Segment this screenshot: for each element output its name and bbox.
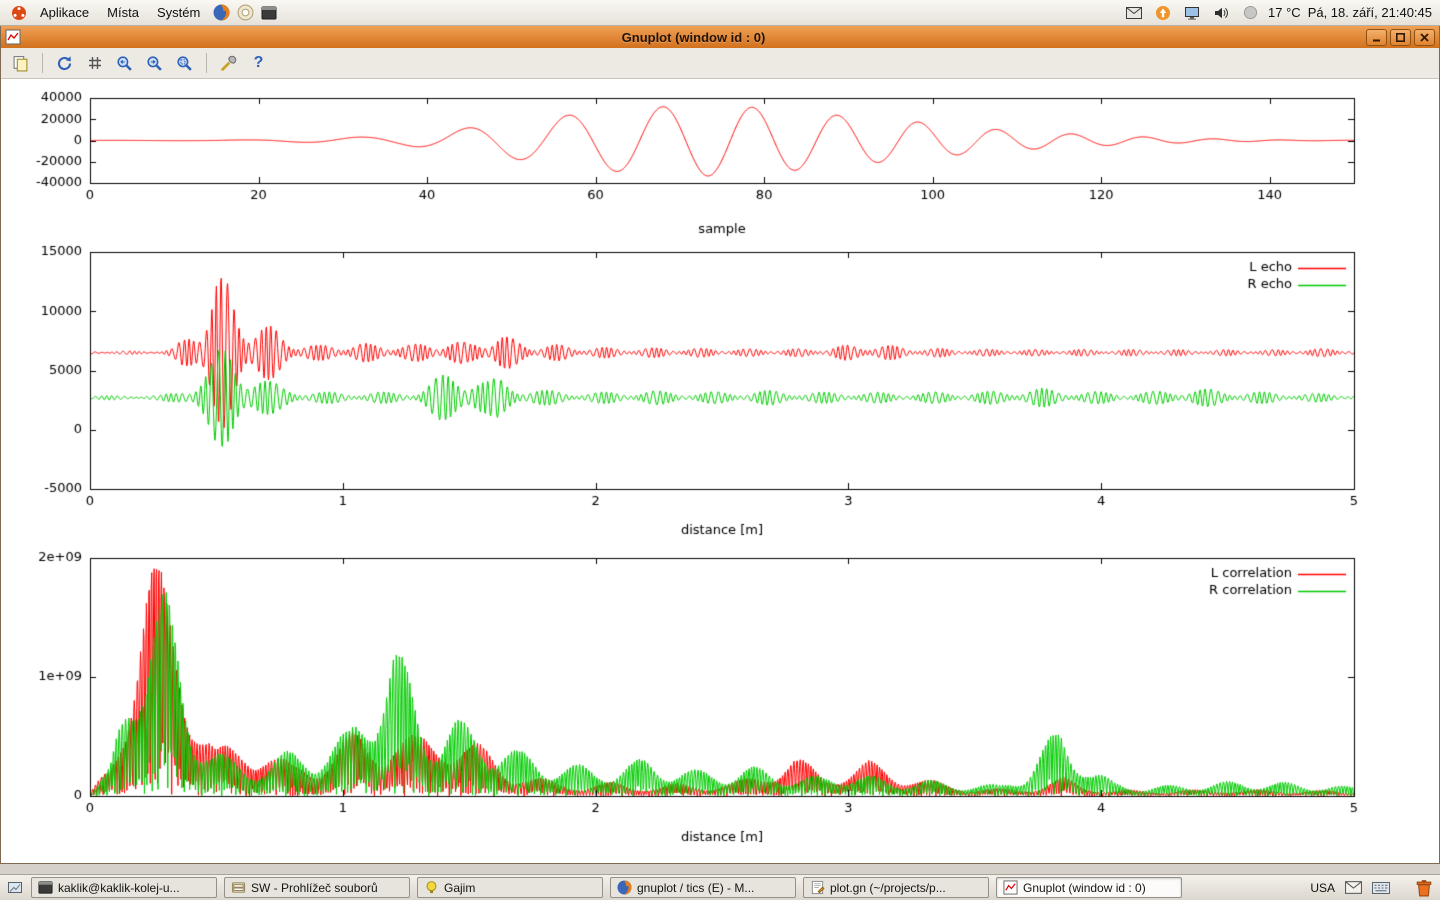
maximize-button[interactable] bbox=[1390, 29, 1411, 46]
close-button[interactable] bbox=[1414, 29, 1435, 46]
weather-glyph bbox=[1243, 5, 1258, 20]
help-icon: ? bbox=[254, 54, 264, 72]
toolbar: ? bbox=[1, 48, 1439, 79]
window-controls bbox=[1366, 29, 1435, 46]
chart-echo-waveforms[interactable] bbox=[2, 241, 1438, 541]
task-button-4[interactable]: gnuplot / tics (E) - M... bbox=[610, 877, 796, 898]
panel-menu-area: Aplikace Místa Systém bbox=[8, 2, 280, 24]
replot-button[interactable] bbox=[51, 51, 78, 76]
zoom-previous-button[interactable] bbox=[111, 51, 138, 76]
show-desktop-glyph bbox=[7, 880, 23, 896]
task-button-label: Gnuplot (window id : 0) bbox=[1023, 881, 1146, 895]
trash-icon[interactable] bbox=[1413, 877, 1435, 899]
toolbar-separator bbox=[42, 53, 43, 73]
task-button-label: SW - Prohlížeč souborů bbox=[251, 881, 378, 895]
firefox-launcher-icon[interactable] bbox=[210, 2, 232, 24]
toolbar-separator bbox=[206, 53, 207, 73]
task-button-label: Gajim bbox=[444, 881, 475, 895]
menu-places[interactable]: Místa bbox=[99, 2, 147, 23]
autoscale-button[interactable] bbox=[171, 51, 198, 76]
minimize-button[interactable] bbox=[1366, 29, 1387, 46]
updates-glyph bbox=[1155, 5, 1171, 21]
terminal-glyph bbox=[261, 5, 277, 21]
display-glyph bbox=[1184, 5, 1200, 21]
keyboard-glyph bbox=[1372, 882, 1390, 894]
zoom-next-icon bbox=[146, 55, 163, 72]
grid-button[interactable] bbox=[81, 51, 108, 76]
titlebar[interactable]: Gnuplot (window id : 0) bbox=[1, 26, 1439, 48]
task-button-3[interactable]: Gajim bbox=[417, 877, 603, 898]
task-button-5[interactable]: plot.gn (~/projects/p... bbox=[803, 877, 989, 898]
gajim-icon bbox=[423, 880, 439, 896]
weather-tray-icon[interactable] bbox=[1239, 2, 1261, 24]
mail-notifier-glyph bbox=[1345, 881, 1362, 894]
minimize-icon bbox=[1371, 32, 1382, 43]
task-button-1[interactable]: kaklik@kaklik-kolej-u... bbox=[31, 877, 217, 898]
help-glyph bbox=[237, 4, 254, 21]
firefox-glyph bbox=[213, 4, 230, 21]
terminal-icon bbox=[37, 880, 53, 896]
copy-to-clipboard-button[interactable] bbox=[7, 51, 34, 76]
zoom-previous-icon bbox=[116, 55, 133, 72]
distro-logo-icon[interactable] bbox=[8, 2, 30, 24]
mail-glyph bbox=[1126, 7, 1142, 19]
task-button-label: gnuplot / tics (E) - M... bbox=[637, 881, 754, 895]
wrench-icon bbox=[220, 55, 237, 72]
taskbar-tray: USA bbox=[1310, 877, 1435, 899]
firefox-icon bbox=[616, 880, 632, 896]
distro-logo-glyph bbox=[11, 5, 27, 21]
maximize-icon bbox=[1395, 32, 1406, 43]
volume-glyph bbox=[1213, 5, 1229, 21]
mail-notifier-icon[interactable] bbox=[1343, 879, 1363, 897]
trash-glyph bbox=[1415, 879, 1433, 897]
grid-icon bbox=[87, 55, 103, 71]
task-button-label: plot.gn (~/projects/p... bbox=[830, 881, 946, 895]
window-title: Gnuplot (window id : 0) bbox=[25, 30, 1362, 45]
file-manager-icon bbox=[230, 880, 246, 896]
clock-label[interactable]: Pá, 18. září, 21:40:45 bbox=[1308, 5, 1432, 20]
close-icon bbox=[1419, 32, 1430, 43]
plot-surface bbox=[1, 79, 1439, 863]
replot-icon bbox=[56, 55, 73, 72]
task-button-list: kaklik@kaklik-kolej-u... SW - Prohlížeč s… bbox=[31, 877, 1182, 898]
chart-sample-waveform[interactable] bbox=[2, 87, 1438, 237]
menu-applications[interactable]: Aplikace bbox=[32, 2, 97, 23]
keyboard-layout-indicator[interactable]: USA bbox=[1310, 881, 1335, 895]
help-button[interactable]: ? bbox=[245, 51, 272, 76]
terminal-launcher-icon[interactable] bbox=[258, 2, 280, 24]
autoscale-icon bbox=[176, 55, 193, 72]
task-button-label: kaklik@kaklik-kolej-u... bbox=[58, 881, 180, 895]
copy-icon bbox=[12, 55, 29, 72]
task-button-6[interactable]: Gnuplot (window id : 0) bbox=[996, 877, 1182, 898]
display-tray-icon[interactable] bbox=[1181, 2, 1203, 24]
keyboard-tray-icon[interactable] bbox=[1371, 879, 1391, 897]
menu-system[interactable]: Systém bbox=[149, 2, 208, 23]
top-panel: Aplikace Místa Systém 17 °C Pá, 18. září… bbox=[0, 0, 1440, 26]
help-launcher-icon[interactable] bbox=[234, 2, 256, 24]
updates-tray-icon[interactable] bbox=[1152, 2, 1174, 24]
mail-tray-icon[interactable] bbox=[1123, 2, 1145, 24]
volume-tray-icon[interactable] bbox=[1210, 2, 1232, 24]
gnuplot-window-icon bbox=[5, 29, 21, 45]
gnuplot-icon bbox=[1002, 880, 1018, 896]
show-desktop-icon[interactable] bbox=[5, 878, 25, 898]
zoom-next-button[interactable] bbox=[141, 51, 168, 76]
panel-tray-area: 17 °C Pá, 18. září, 21:40:45 bbox=[1123, 2, 1432, 24]
gnuplot-window: Gnuplot (window id : 0) bbox=[0, 26, 1440, 864]
text-editor-icon bbox=[809, 880, 825, 896]
settings-button[interactable] bbox=[215, 51, 242, 76]
task-button-2[interactable]: SW - Prohlížeč souborů bbox=[224, 877, 410, 898]
taskbar: kaklik@kaklik-kolej-u... SW - Prohlížeč s… bbox=[0, 874, 1440, 900]
chart-correlation[interactable] bbox=[2, 547, 1438, 847]
temperature-label[interactable]: 17 °C bbox=[1268, 5, 1301, 20]
